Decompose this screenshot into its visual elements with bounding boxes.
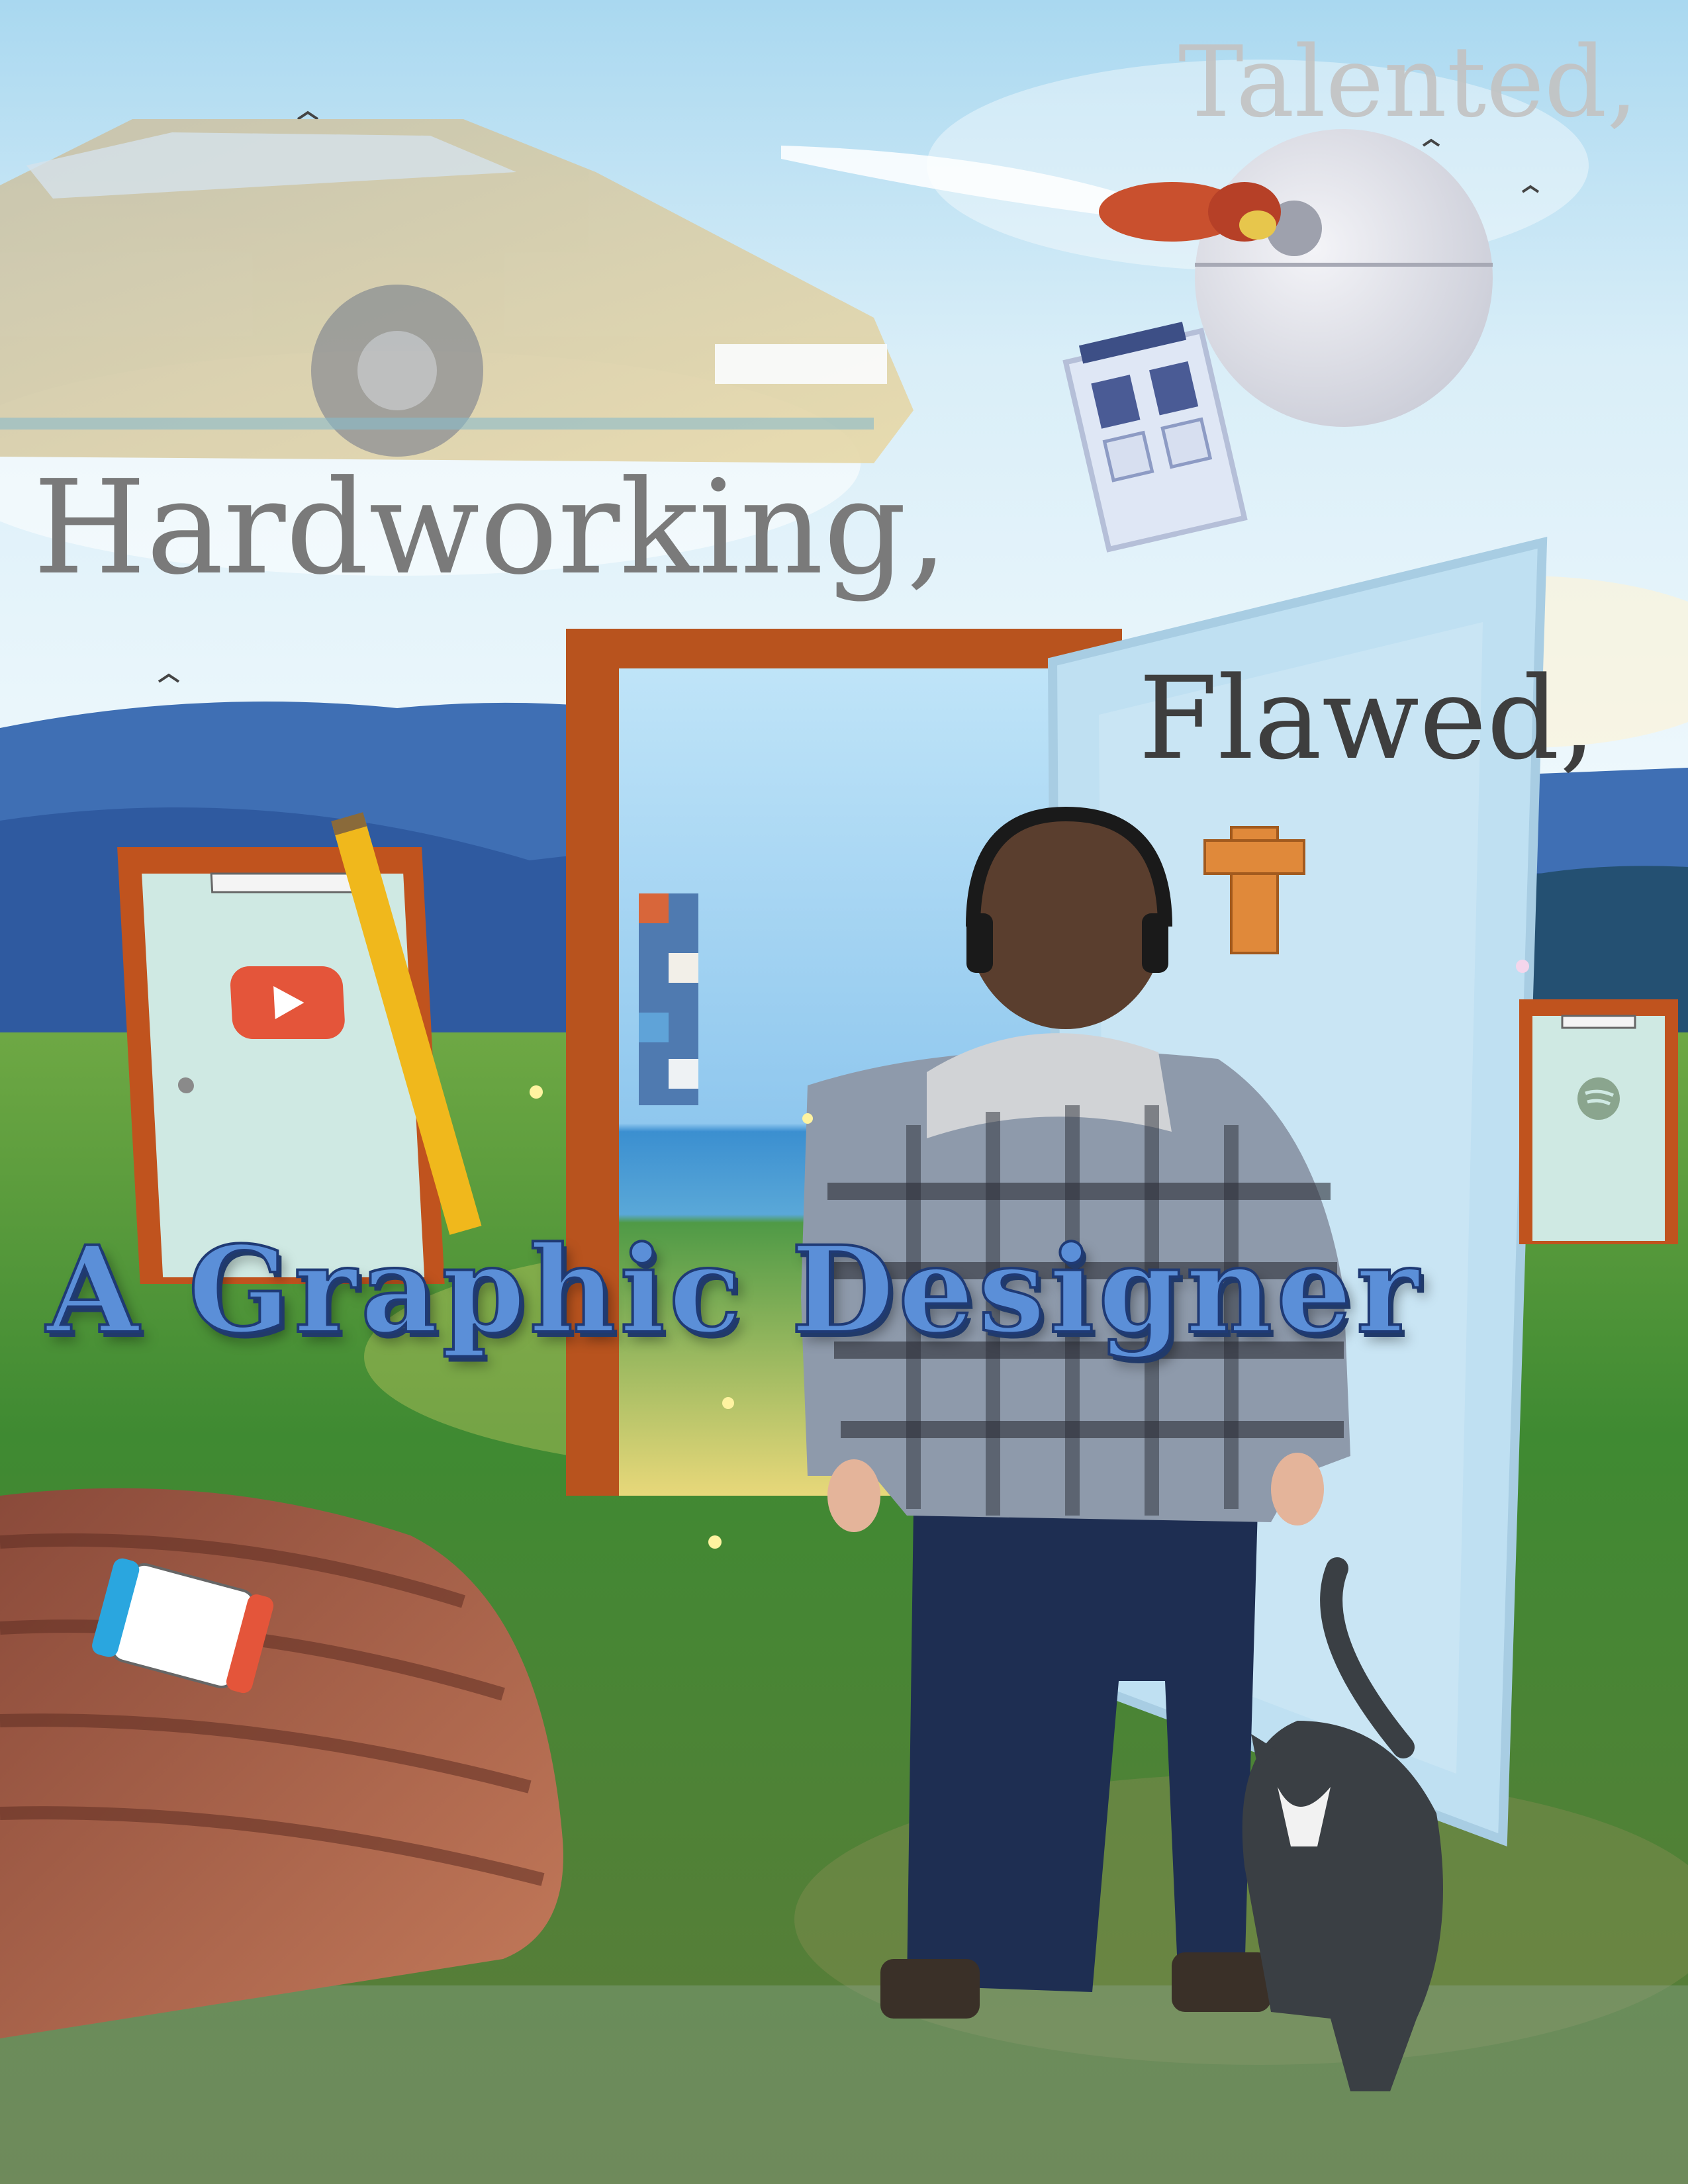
- caption-flawed: Flawed,: [1139, 652, 1596, 785]
- sparkle: [722, 1397, 734, 1409]
- spotify-icon: [1577, 1077, 1620, 1120]
- flying-hero: [1099, 182, 1281, 242]
- caption-hardworking: Hardworking,: [33, 453, 948, 604]
- sparkle: [802, 1113, 813, 1124]
- poster-artwork: [0, 0, 1688, 2184]
- headline-graphic-designer: A Graphic Designer: [45, 1220, 1423, 1360]
- sparkle: [1516, 960, 1529, 973]
- spotify-door: [1519, 999, 1678, 1244]
- sparkle: [708, 1535, 722, 1549]
- space-station-moon: [1195, 129, 1493, 427]
- sparkle: [530, 1085, 543, 1099]
- pixel-block-tower: [639, 893, 698, 1105]
- caption-talented: Talented,: [1178, 25, 1638, 139]
- youtube-door: [117, 847, 445, 1284]
